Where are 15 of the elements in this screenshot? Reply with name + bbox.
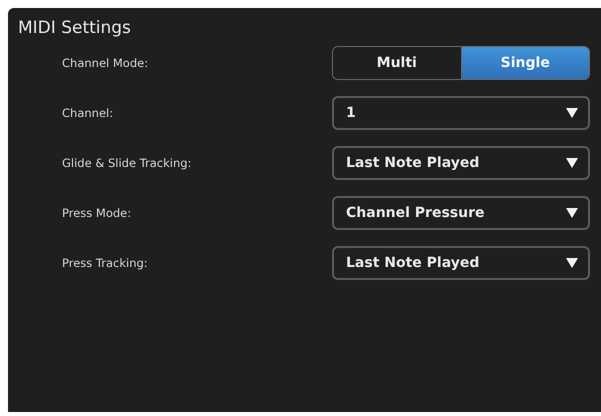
dropdown[interactable]: Last Note Played	[332, 146, 590, 180]
dropdown[interactable]: Channel Pressure	[332, 196, 590, 230]
setting-label: Press Mode:	[62, 206, 132, 220]
dropdown-arrow-icon	[566, 208, 578, 218]
setting-label: Channel Mode:	[62, 56, 148, 70]
segment-option[interactable]: Single	[460, 47, 589, 79]
dropdown[interactable]: 1	[332, 96, 590, 130]
setting-label: Press Tracking:	[62, 256, 148, 270]
setting-label: Glide & Slide Tracking:	[62, 156, 192, 170]
setting-label: Channel:	[62, 106, 114, 120]
dropdown-arrow-icon	[566, 108, 578, 118]
panel-title: MIDI Settings	[18, 18, 131, 38]
dropdown-arrow-icon	[566, 158, 578, 168]
dropdown[interactable]: Last Note Played	[332, 246, 590, 280]
dropdown-arrow-icon	[566, 258, 578, 268]
